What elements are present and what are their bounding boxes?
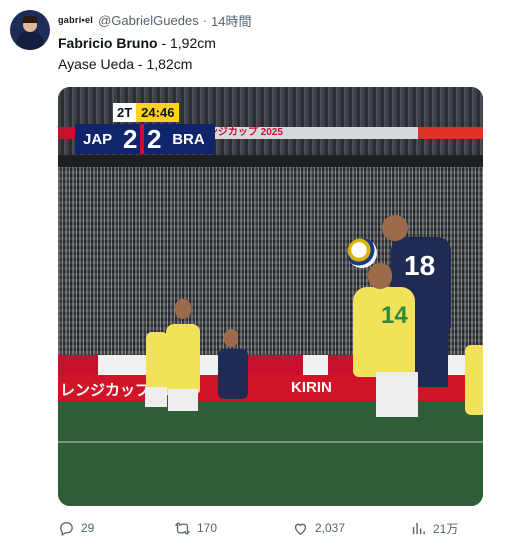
tweet-text-line1: Fabricio Bruno - 1,92cm <box>58 35 216 51</box>
media-image[interactable]: キリンチャレンジカップ 2025 レンジカップ 20 KIRIN 18 14 2… <box>58 87 483 506</box>
period-label: 2T <box>113 103 137 122</box>
views-chart-icon <box>412 522 425 534</box>
score-bar: JAP 2 2 BRA <box>75 124 215 154</box>
match-clock: 24:46 <box>136 103 180 122</box>
reply-icon <box>60 521 73 536</box>
stand-roof <box>58 155 483 167</box>
views-button[interactable]: 21万 <box>410 518 458 538</box>
pitch <box>58 401 483 506</box>
football <box>347 238 377 268</box>
tweet-header: gabri•el @GabrielGuedes · 14時間 <box>58 11 252 29</box>
retweet-icon <box>174 521 191 535</box>
like-count: 2,037 <box>315 521 346 535</box>
tweet-text-line2: Ayase Ueda - 1,82cm <box>58 56 193 72</box>
timestamp[interactable]: 14時間 <box>211 11 251 30</box>
player-brazil-left <box>146 332 168 392</box>
away-score: 2 <box>146 123 162 154</box>
player-brazil-5-shorts <box>168 389 198 411</box>
avatar-body <box>16 32 44 50</box>
home-score: 2 <box>122 123 138 154</box>
ad-banner-right-text: KIRIN <box>291 379 332 396</box>
like-button[interactable]: 2,037 <box>292 518 345 538</box>
player-brazil-5 <box>166 324 200 394</box>
jersey-number-18: 18 <box>404 250 436 281</box>
tweet[interactable]: gabri•el @GabrielGuedes · 14時間 Fabricio … <box>0 0 517 553</box>
away-team: BRA <box>172 130 205 148</box>
player-japan-mid <box>218 349 248 399</box>
player-brazil-14 <box>353 287 415 377</box>
heart-icon <box>294 523 307 535</box>
display-name[interactable]: gabri•el <box>58 15 93 25</box>
reply-count: 29 <box>81 521 95 535</box>
action-bar: 29 170 2,037 21万 <box>58 518 483 538</box>
match-period: 2T 24:46 <box>113 103 180 122</box>
retweet-count: 170 <box>197 521 218 535</box>
avatar[interactable] <box>10 10 50 50</box>
avatar-hair <box>22 16 38 23</box>
jersey-number-14: 14 <box>381 302 408 329</box>
player-name-1: Fabricio Bruno <box>58 35 158 51</box>
player-height-1: - 1,92cm <box>157 35 216 51</box>
separator-dot: · <box>202 12 208 28</box>
user-handle[interactable]: @GabrielGuedes <box>98 13 199 28</box>
player-brazil-right <box>465 345 483 415</box>
retweet-button[interactable]: 170 <box>174 518 217 538</box>
views-count: 21万 <box>433 521 459 536</box>
reply-button[interactable]: 29 <box>58 518 94 538</box>
home-team: JAP <box>83 130 113 148</box>
